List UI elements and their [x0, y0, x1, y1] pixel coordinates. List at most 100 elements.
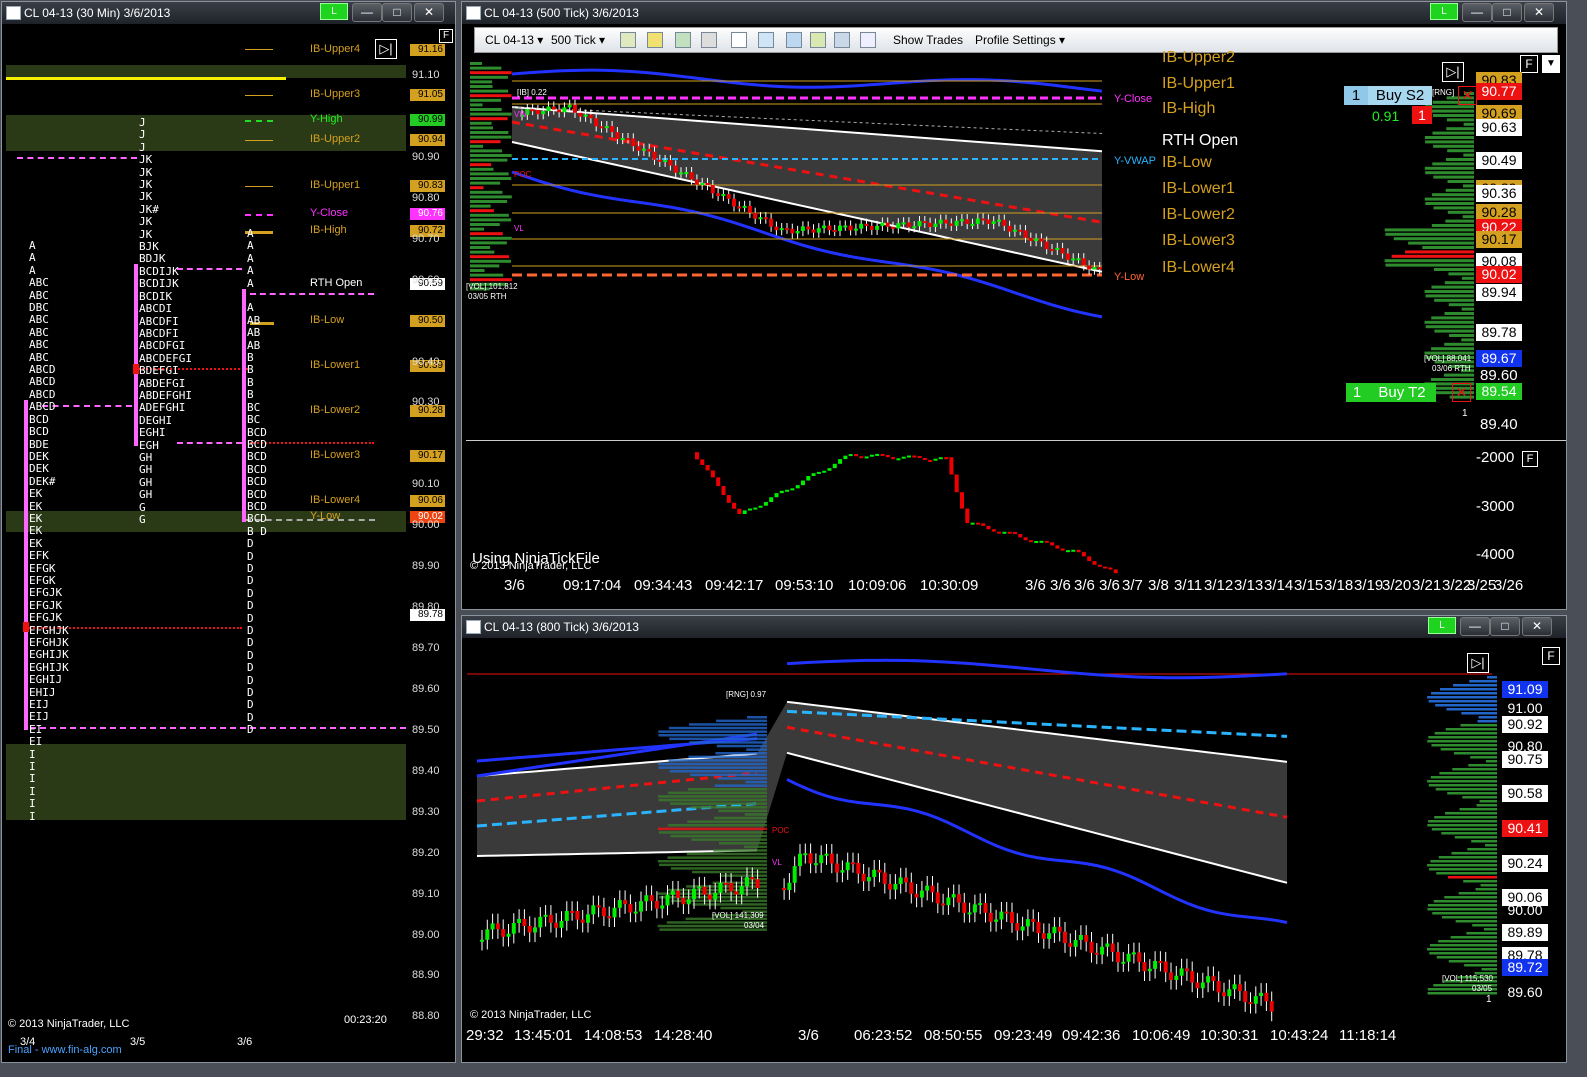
- candle-body: [981, 218, 986, 221]
- volume-profile-bar: [658, 831, 767, 834]
- order-qty[interactable]: 1: [1346, 383, 1368, 402]
- volume-profile-bar: [1481, 968, 1497, 971]
- cancel-order-icon[interactable]: ✕: [1458, 86, 1477, 105]
- order-label[interactable]: Buy S2: [1368, 86, 1432, 105]
- candle-body: [1015, 923, 1020, 931]
- vl-label: VL: [772, 858, 782, 867]
- minimize-button[interactable]: —: [352, 3, 382, 22]
- candle-body: [838, 225, 842, 232]
- candle-body: [970, 223, 975, 226]
- order-qty[interactable]: 1: [1344, 86, 1368, 105]
- buy-t2-order[interactable]: 1 Buy T2 ✕: [1346, 383, 1486, 402]
- volume-profile-bar: [470, 71, 512, 75]
- y-close-label: Y-Close: [1114, 93, 1153, 105]
- volume-profile-bar: [470, 85, 493, 88]
- volume-profile-bar: [1445, 188, 1474, 192]
- candle-body: [997, 219, 1001, 222]
- level-label: IB-Upper2: [1162, 49, 1235, 66]
- price-tick: 89.60: [1480, 367, 1518, 384]
- volume-profile-bar: [1478, 716, 1497, 719]
- time-tick: 10:43:24: [1270, 1027, 1329, 1044]
- candle-body: [660, 905, 665, 909]
- time-tick: 3/8: [1148, 577, 1169, 594]
- oscillator-bar: [1055, 545, 1060, 549]
- candle-body: [578, 112, 583, 117]
- volume-profile-bar: [1440, 748, 1497, 751]
- candle-body: [668, 160, 673, 166]
- volume-profile-bar: [1453, 752, 1497, 755]
- price-tick: 90.40: [412, 355, 440, 368]
- candle-body: [877, 869, 882, 873]
- candle-body: [919, 890, 924, 898]
- order-subqty[interactable]: 1: [1412, 106, 1432, 124]
- volume-profile-bar: [470, 158, 508, 162]
- level-label: IB-Lower2: [1162, 206, 1235, 223]
- volume-profile-bar: [718, 809, 767, 813]
- volume-profile-bar: [1431, 828, 1497, 831]
- level-label: IB-Lower1: [1162, 180, 1235, 197]
- level-label: IB-Upper1: [1162, 75, 1235, 92]
- volume-profile-bar: [716, 719, 767, 723]
- play-to-end-icon[interactable]: ▷|: [1467, 653, 1489, 673]
- cancel-order-icon[interactable]: ✕: [1452, 383, 1471, 402]
- va-line-bottom: [30, 727, 406, 729]
- level-label: IB-Upper3: [310, 88, 361, 101]
- f-button-osc[interactable]: F: [1522, 451, 1538, 467]
- candle-body: [1089, 941, 1094, 953]
- f-button[interactable]: F: [439, 29, 453, 43]
- time-tick: 10:30:09: [920, 577, 979, 594]
- candle-body: [840, 870, 845, 873]
- oscillator-bar: [785, 489, 790, 492]
- oscillator-bar: [938, 457, 943, 460]
- maximize-button[interactable]: □: [382, 3, 412, 22]
- time-tick: 3/21: [1412, 577, 1442, 594]
- f-button[interactable]: F: [1520, 55, 1538, 73]
- volume-profile-bar: [1459, 808, 1497, 811]
- buy-s2-order[interactable]: 1 Buy S2 ✕: [1344, 86, 1477, 105]
- candle-body: [1087, 265, 1092, 270]
- oscillator-bar: [954, 474, 959, 493]
- volume-profile-bar: [1427, 908, 1497, 911]
- volume-profile-bar: [747, 716, 767, 719]
- candle-body: [829, 853, 834, 864]
- oscillator-bar: [975, 522, 980, 525]
- level-label: IB-Lower3: [310, 448, 361, 461]
- price-tick: 89.50: [412, 723, 440, 736]
- left-titlebar[interactable]: CL 04-13 (30 Min) 3/6/2013 L — □ ✕: [2, 2, 455, 24]
- candle-body: [649, 895, 654, 901]
- candle-body: [941, 903, 946, 906]
- candle-body: [663, 160, 668, 163]
- candle-body: [1063, 931, 1067, 944]
- candle-body: [856, 862, 861, 874]
- volume-profile-bar: [689, 741, 767, 744]
- oscillator-bar: [769, 497, 774, 503]
- volume-profile-bar: [1434, 298, 1474, 302]
- oscillator-bar: [1076, 549, 1081, 553]
- level-label: RTH Open: [1162, 132, 1239, 149]
- volume-profile-bar: [1439, 772, 1497, 775]
- axis-menu-button[interactable]: ▼: [1542, 55, 1560, 73]
- play-to-end-icon[interactable]: ▷|: [1442, 62, 1464, 82]
- link-button[interactable]: L: [320, 3, 348, 20]
- oscillator-bar: [1081, 552, 1086, 557]
- candle-body: [604, 126, 609, 129]
- volume-profile-bar: [1432, 131, 1474, 135]
- volume-profile-bar: [1432, 912, 1497, 915]
- volume-profile-bar: [669, 770, 767, 773]
- play-to-end-icon[interactable]: ▷|: [375, 39, 397, 59]
- oscillator-bar: [991, 529, 996, 532]
- volume-profile-bar: [692, 903, 767, 906]
- price-tick: 90.90: [412, 150, 440, 163]
- close-button[interactable]: ✕: [414, 3, 444, 22]
- f-button[interactable]: F: [1542, 647, 1560, 665]
- candle-body: [824, 853, 829, 856]
- volume-profile-bar: [1484, 844, 1497, 847]
- candle-body: [888, 883, 893, 890]
- candle-body: [747, 205, 752, 213]
- volume-profile-bar: [1433, 900, 1497, 903]
- volume-profile-bar: [713, 849, 767, 852]
- volume-profile-bar: [1393, 237, 1474, 241]
- order-label[interactable]: Buy T2: [1368, 383, 1436, 402]
- level-label: IB-Upper1: [310, 178, 361, 191]
- price-tag: 90.99: [410, 114, 445, 127]
